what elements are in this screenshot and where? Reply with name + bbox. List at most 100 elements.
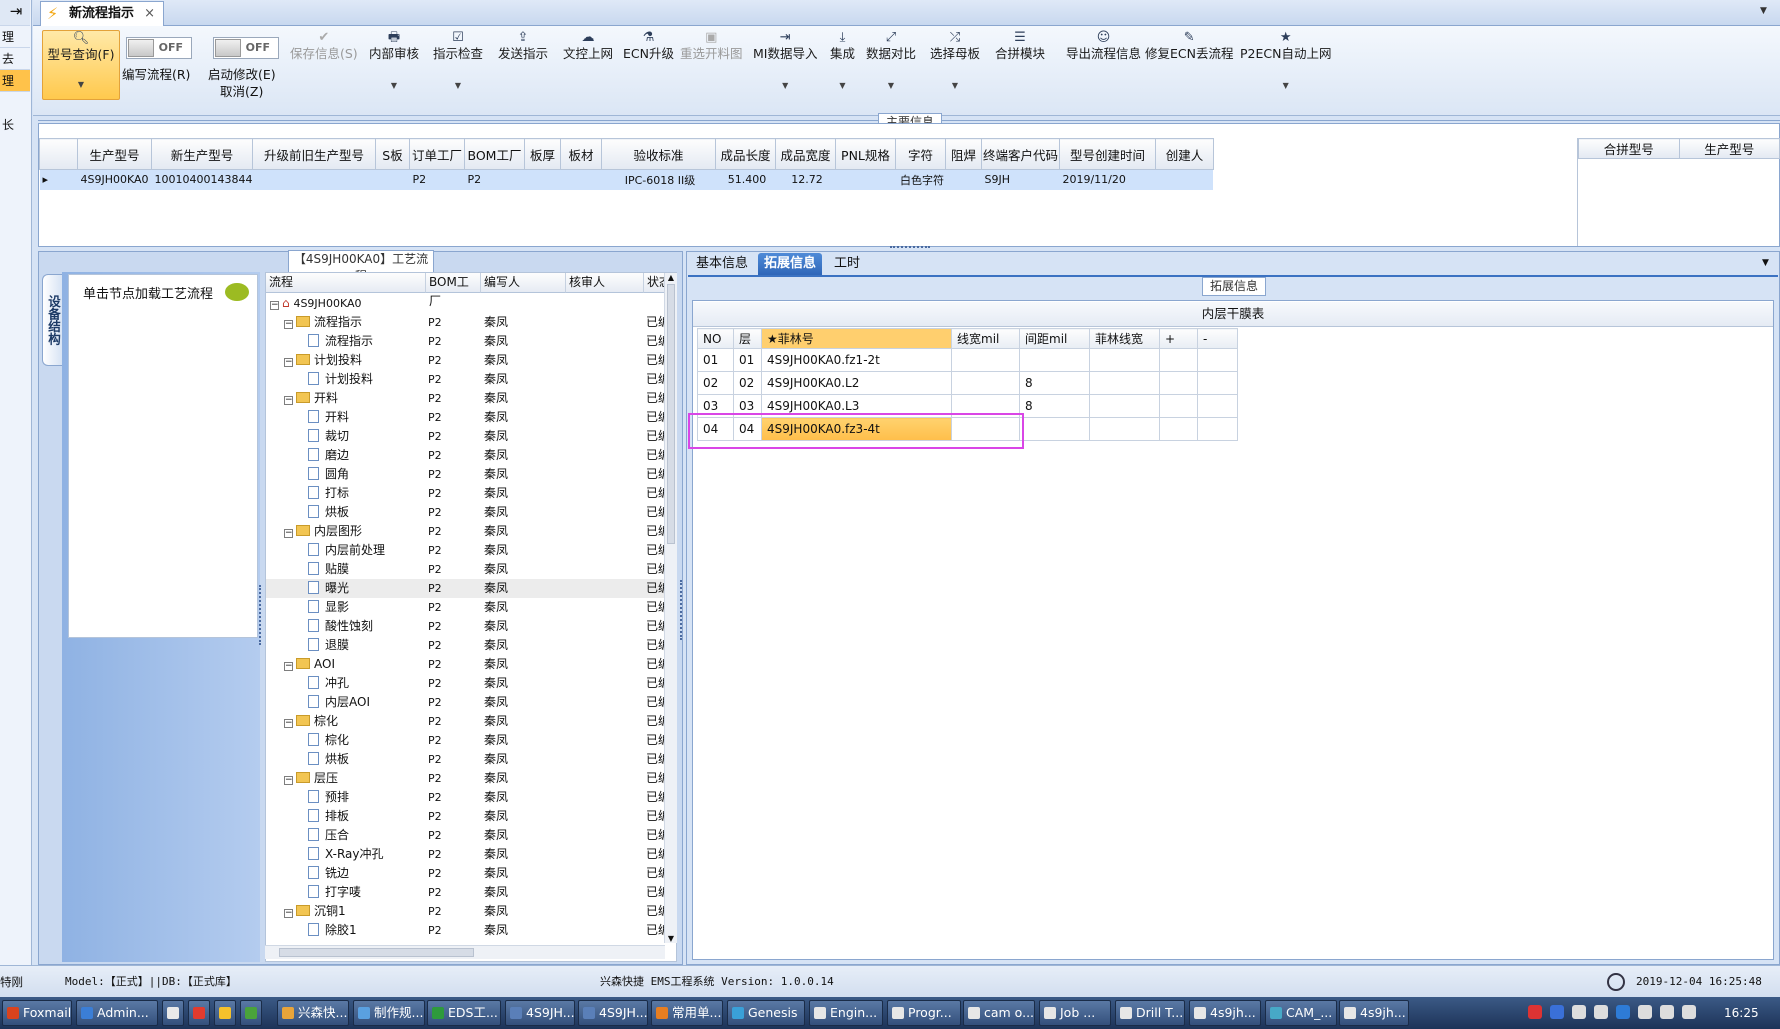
taskbar-item-10[interactable]: 4S9JH... (578, 1000, 648, 1026)
main-cell-8[interactable]: IPC-6018 II级 (601, 170, 715, 190)
main-col-10[interactable]: 成品宽度 (774, 138, 836, 170)
tray-icon[interactable] (1528, 1005, 1542, 1019)
collapse-icon[interactable]: − (284, 776, 293, 785)
equipment-structure-tab[interactable]: 设备结构 (42, 274, 64, 366)
film-col-2[interactable]: ★菲林号 (761, 328, 952, 349)
film-cell[interactable] (1159, 394, 1198, 418)
main-cell-3[interactable] (375, 170, 409, 190)
main-col-3[interactable]: S板 (374, 138, 410, 170)
film-cell[interactable]: 4S9JH00KA0.L2 (761, 371, 952, 395)
side-col-production-model[interactable]: 生产型号 (1678, 138, 1780, 159)
main-cell-13[interactable] (945, 170, 981, 190)
toolbar-button-13[interactable]: ✎ 修复ECN丢流程 (1145, 30, 1233, 62)
main-cell-16[interactable] (1155, 170, 1213, 190)
main-col-14[interactable]: 终端客户代码 (980, 138, 1060, 170)
main-col-6[interactable]: 板厚 (523, 138, 561, 170)
tree-node[interactable]: 压合P2秦凤已编写 (266, 826, 668, 845)
tree-node[interactable]: 贴膜P2秦凤已编写 (266, 560, 668, 579)
film-cell[interactable] (1159, 371, 1198, 395)
toolbar-button-12[interactable]: ☺ 导出流程信息 (1066, 30, 1141, 62)
tabbar-dropdown-icon[interactable]: ▼ (1760, 6, 1767, 16)
taskbar-item-5[interactable] (240, 1000, 262, 1026)
film-cell[interactable] (1019, 417, 1090, 441)
film-row[interactable]: 02 02 4S9JH00KA0.L2 8 (697, 371, 1238, 395)
tree-col-writer[interactable]: 编写人 (481, 273, 566, 293)
collapse-icon[interactable]: − (284, 320, 293, 329)
left-nav-item-4[interactable]: 长 (0, 114, 30, 136)
main-col-16[interactable]: 创建人 (1154, 138, 1214, 170)
main-col-4[interactable]: 订单工厂 (408, 138, 465, 170)
film-cell[interactable] (1197, 417, 1238, 441)
film-cell[interactable] (951, 348, 1020, 372)
main-cell-1[interactable]: 10010400143844 (152, 170, 253, 190)
tray-icon[interactable] (1550, 1005, 1564, 1019)
tree-node[interactable]: 流程指示P2秦凤已编写 (266, 332, 668, 351)
film-cell[interactable]: 8 (1019, 371, 1090, 395)
taskbar-item-6[interactable]: 兴森快... (277, 1000, 349, 1026)
main-cell-2[interactable] (252, 170, 375, 190)
tree-node[interactable]: −流程指示P2秦凤已编写 (266, 313, 668, 332)
main-col-15[interactable]: 型号创建时间 (1058, 138, 1156, 170)
taskbar-item-16[interactable]: Job ... (1039, 1000, 1111, 1026)
film-cell[interactable] (1159, 348, 1198, 372)
scroll-thumb[interactable] (667, 284, 675, 544)
tree-node[interactable]: 计划投料P2秦凤已编写 (266, 370, 668, 389)
film-row[interactable]: 01 01 4S9JH00KA0.fz1-2t (697, 348, 1238, 372)
film-cell[interactable] (1197, 371, 1238, 395)
tree-col-reviewer[interactable]: 核审人 (566, 273, 644, 293)
tab-extended-info[interactable]: 拓展信息 (758, 253, 823, 275)
film-cell[interactable] (1089, 371, 1160, 395)
tree-horizontal-scrollbar[interactable] (265, 945, 665, 959)
toolbar-button-8[interactable]: ⤓ 集成 ▼ (830, 30, 855, 94)
taskbar-item-8[interactable]: EDS工... (427, 1000, 501, 1026)
collapse-icon[interactable]: − (284, 719, 293, 728)
tree-root-node[interactable]: − ⌂ 4S9JH00KA0 (266, 294, 666, 313)
tree-node[interactable]: 内层AOIP2秦凤已编写 (266, 693, 668, 712)
film-col-5[interactable]: 菲林线宽 (1089, 328, 1160, 349)
main-cell-10[interactable]: 12.72 (775, 170, 835, 190)
main-col-2[interactable]: 升级前旧生产型号 (251, 138, 376, 170)
collapse-icon[interactable]: − (270, 301, 279, 310)
tree-node[interactable]: 磨边P2秦凤已编写 (266, 446, 668, 465)
film-cell[interactable] (1089, 394, 1160, 418)
toolbar-button-2[interactable]: ☑ 指示检查 ▼ (433, 30, 483, 94)
main-cell-11[interactable] (835, 170, 895, 190)
scroll-up-icon[interactable]: ▲ (665, 273, 677, 282)
tree-node[interactable]: −棕化P2秦凤已编写 (266, 712, 668, 731)
tree-node[interactable]: 圆角P2秦凤已编写 (266, 465, 668, 484)
main-col-12[interactable]: 字符 (894, 138, 946, 170)
film-col-4[interactable]: 间距mil (1019, 328, 1090, 349)
tab-work-hours[interactable]: 工时 (828, 253, 866, 275)
taskbar-item-1[interactable]: Admin... (76, 1000, 158, 1026)
toolbar-button-11[interactable]: ☰ 合拼模块 (995, 30, 1045, 62)
tray-icon[interactable] (1660, 1005, 1674, 1019)
taskbar-item-4[interactable] (214, 1000, 236, 1026)
taskbar-item-19[interactable]: CAM_... (1265, 1000, 1337, 1026)
taskbar-item-15[interactable]: cam o... (963, 1000, 1035, 1026)
tree-node[interactable]: 打标P2秦凤已编写 (266, 484, 668, 503)
tree-node[interactable]: 酸性蚀刻P2秦凤已编写 (266, 617, 668, 636)
splitter-grip[interactable] (890, 246, 930, 249)
main-col-0[interactable]: 生产型号 (77, 138, 152, 170)
film-cell[interactable] (951, 371, 1020, 395)
tree-node[interactable]: 除胶1P2秦凤已编写 (266, 921, 668, 940)
main-cell-4[interactable]: P2 (409, 170, 464, 190)
taskbar-item-3[interactable] (188, 1000, 210, 1026)
taskbar-item-0[interactable]: Foxmail (2, 1000, 72, 1026)
film-col-6[interactable]: + (1159, 328, 1198, 349)
main-cell-6[interactable] (524, 170, 560, 190)
tree-node[interactable]: 铣边P2秦凤已编写 (266, 864, 668, 883)
tree-node[interactable]: 烘板P2秦凤已编写 (266, 750, 668, 769)
tree-node[interactable]: 显影P2秦凤已编写 (266, 598, 668, 617)
film-cell[interactable] (1159, 417, 1198, 441)
film-cell[interactable]: 01 (697, 348, 734, 372)
taskbar-clock[interactable]: 16:25 (1724, 997, 1759, 1029)
main-cell-15[interactable]: 2019/11/20 (1059, 170, 1155, 190)
left-nav-export-icon[interactable]: ⇥ (0, 0, 30, 26)
scroll-down-icon[interactable]: ▼ (665, 934, 677, 943)
tree-node[interactable]: 曝光P2秦凤已编写 (266, 579, 668, 598)
toolbar-button-7[interactable]: ⇥ MI数据导入 ▼ (753, 30, 817, 94)
tree-node[interactable]: 冲孔P2秦凤已编写 (266, 674, 668, 693)
toolbar-button-1[interactable]: 🖶 内部审核 ▼ (369, 30, 419, 94)
document-tab-new-process[interactable]: ⚡ 新流程指示 × (40, 1, 164, 26)
